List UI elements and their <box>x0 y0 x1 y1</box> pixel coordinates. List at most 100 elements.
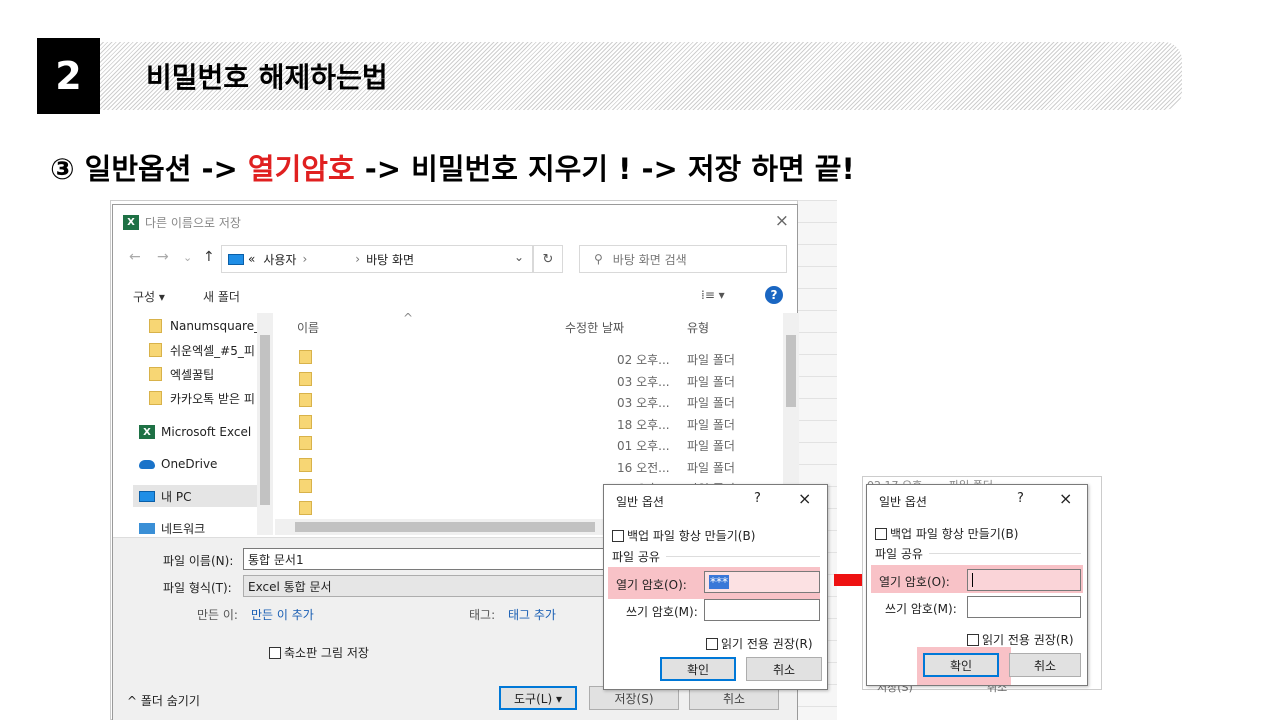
title-bar: 비밀번호 해제하는법 <box>100 42 1182 110</box>
read-only-label: 읽기 전용 권장(R) <box>721 637 813 651</box>
navigation-bar: ← → ⌄ ↑ « 사용자 › › 바탕 화면 ⌄ ↻ ⚲ 바탕 화면 검색 <box>113 243 797 275</box>
open-password-value: *** <box>709 575 729 589</box>
dialog-title: 다른 이름으로 저장 <box>145 216 241 230</box>
row-type: 파일 폴더 <box>687 375 735 389</box>
nav-item-excel[interactable]: X Microsoft Excel <box>139 421 257 443</box>
slide-title: 비밀번호 해제하는법 <box>146 61 388 94</box>
close-icon[interactable]: × <box>1059 489 1072 508</box>
folder-icon <box>299 372 312 386</box>
row-type: 파일 폴더 <box>687 418 735 432</box>
cancel-button[interactable]: 취소 <box>1009 653 1081 677</box>
file-type-select[interactable]: Excel 통합 문서 <box>243 575 623 597</box>
nav-item-folder[interactable]: 엑셀꿀팁 <box>149 363 257 385</box>
help-icon[interactable]: ? <box>1017 491 1024 506</box>
help-icon[interactable]: ? <box>754 491 761 506</box>
table-row[interactable]: 16 오전... 파일 폴더 <box>275 455 783 476</box>
read-only-checkbox[interactable]: 읽기 전용 권장(R) <box>967 631 1074 648</box>
forward-arrow-icon[interactable]: → <box>157 249 169 265</box>
open-password-input[interactable]: *** <box>704 571 820 593</box>
thumbnail-checkbox[interactable]: 축소판 그림 저장 <box>269 644 369 661</box>
close-icon[interactable]: × <box>798 489 811 508</box>
table-row[interactable]: 03 오후... 파일 폴더 <box>275 369 783 390</box>
nav-item-this-pc[interactable]: 내 PC <box>133 485 257 507</box>
nav-item-folder[interactable]: 카카오톡 받은 피 <box>149 387 257 409</box>
folder-icon <box>149 391 162 405</box>
recent-locations-icon[interactable]: ⌄ <box>183 251 192 264</box>
nav-item-label: 네트워크 <box>161 521 206 536</box>
nav-item-label: 엑셀꿀팁 <box>170 367 215 382</box>
row-date: 03 오후... <box>617 375 670 389</box>
search-box[interactable]: ⚲ 바탕 화면 검색 <box>579 245 787 273</box>
file-sharing-header: 파일 공유 <box>875 547 923 561</box>
tools-button[interactable]: 도구(L) ▾ <box>499 686 577 710</box>
scroll-thumb[interactable] <box>260 335 270 505</box>
row-type: 파일 폴더 <box>687 461 735 475</box>
open-password-label: 열기 암호(O): <box>879 575 950 589</box>
refresh-icon[interactable]: ↻ <box>533 245 563 273</box>
nav-item-folder[interactable]: 쉬운엑셀_#5_피 <box>149 339 257 361</box>
add-author-link[interactable]: 만든 이 추가 <box>251 606 314 623</box>
column-header-name[interactable]: 이름 <box>297 319 319 336</box>
cancel-button[interactable]: 취소 <box>746 657 822 681</box>
checkbox-icon <box>612 530 624 542</box>
checkbox-icon <box>706 638 718 650</box>
row-date: 03 오후... <box>617 396 670 410</box>
folder-icon <box>299 501 312 515</box>
address-segment-desktop[interactable]: 바탕 화면 <box>366 251 414 268</box>
address-dropdown-icon[interactable]: ⌄ <box>514 250 524 264</box>
address-segment-users[interactable]: 사용자 <box>263 251 296 268</box>
modify-password-input[interactable] <box>967 596 1081 618</box>
file-sharing-header: 파일 공유 <box>612 550 660 564</box>
help-icon[interactable]: ? <box>765 286 783 304</box>
scroll-thumb[interactable] <box>295 522 595 532</box>
sort-ascending-icon: ^ <box>403 311 414 325</box>
column-header-type[interactable]: 유형 <box>687 319 709 336</box>
view-options-button[interactable]: ⁞≡ ▾ <box>701 288 725 302</box>
column-header-date[interactable]: 수정한 날짜 <box>565 319 624 336</box>
backup-checkbox[interactable]: 백업 파일 항상 만들기(B) <box>875 525 1018 542</box>
modify-password-label: 쓰기 암호(M): <box>626 605 698 619</box>
backup-checkbox[interactable]: 백업 파일 항상 만들기(B) <box>612 527 755 544</box>
text-caret <box>972 573 973 587</box>
nav-item-onedrive[interactable]: OneDrive <box>139 453 257 475</box>
nav-pane-scrollbar[interactable] <box>257 313 273 535</box>
nav-item-label: 쉬운엑셀_#5_피 <box>170 343 255 358</box>
table-row[interactable]: 18 오후... 파일 폴더 <box>275 412 783 433</box>
up-arrow-icon[interactable]: ↑ <box>203 249 215 265</box>
table-row[interactable]: 01 오후... 파일 폴더 <box>275 433 783 454</box>
new-folder-button[interactable]: 새 폴더 <box>203 288 240 305</box>
organize-button[interactable]: 구성 ▾ <box>133 288 165 305</box>
ok-button[interactable]: 확인 <box>923 653 999 677</box>
close-icon[interactable]: × <box>775 211 789 231</box>
nav-item-label: OneDrive <box>161 457 218 471</box>
ok-button[interactable]: 확인 <box>660 657 736 681</box>
read-only-checkbox[interactable]: 읽기 전용 권장(R) <box>706 635 813 652</box>
back-arrow-icon[interactable]: ← <box>129 249 141 265</box>
table-row[interactable]: 03 오후... 파일 폴더 <box>275 390 783 411</box>
folder-icon <box>299 436 312 450</box>
search-icon: ⚲ <box>594 252 603 266</box>
nav-item-folder[interactable]: Nanumsquare_a <box>149 315 257 337</box>
row-type: 파일 폴더 <box>687 439 735 453</box>
add-tag-link[interactable]: 태그 추가 <box>508 606 556 623</box>
file-name-input[interactable]: 통합 문서1 <box>243 548 623 570</box>
modify-password-input[interactable] <box>704 599 820 621</box>
row-date: 16 오전... <box>617 461 670 475</box>
tags-label: 태그: <box>469 608 496 622</box>
table-row[interactable]: 02 오후... 파일 폴더 <box>275 347 783 368</box>
dialog-title-bar: X 다른 이름으로 저장 × <box>113 205 797 239</box>
backup-label: 백업 파일 항상 만들기(B) <box>627 529 756 543</box>
folder-icon <box>299 479 312 493</box>
modify-password-label: 쓰기 암호(M): <box>885 602 957 616</box>
folder-icon <box>299 458 312 472</box>
address-bar[interactable]: « 사용자 › › 바탕 화면 ⌄ <box>221 245 533 273</box>
address-separator-1: › <box>302 252 308 266</box>
nav-item-network[interactable]: 네트워크 <box>139 517 257 539</box>
general-options-dialog-left: 일반 옵션 ? × 백업 파일 항상 만들기(B) 파일 공유 열기 암호(O)… <box>603 484 828 690</box>
nav-item-label: 내 PC <box>161 489 192 504</box>
scroll-thumb[interactable] <box>786 335 796 407</box>
file-type-value: Excel 통합 문서 <box>248 579 332 594</box>
hide-folders-button[interactable]: ^ 폴더 숨기기 <box>127 692 200 709</box>
step-number: 2 <box>37 38 100 114</box>
open-password-input[interactable] <box>967 569 1081 591</box>
